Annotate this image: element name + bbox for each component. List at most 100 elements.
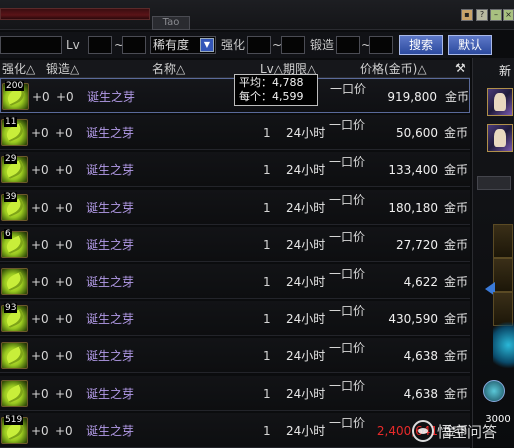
row-level: 1: [263, 200, 271, 215]
character-slot-2[interactable]: [487, 124, 513, 152]
row-item-name[interactable]: 诞生之芽: [86, 348, 134, 364]
row-enhance: +0: [31, 126, 49, 141]
row-duration: 24小时: [286, 200, 326, 215]
col-enhance[interactable]: 强化△: [2, 61, 35, 77]
row-level: 1: [263, 349, 271, 364]
table-row[interactable]: 519 +0 +0 诞生之芽 1 24小时 一口价 2,400,641 金币: [0, 412, 470, 448]
amplify-min-input[interactable]: [336, 36, 360, 54]
row-amplify: +0: [55, 349, 73, 364]
row-amplify: +0: [55, 126, 73, 141]
table-row[interactable]: +0 +0 诞生之芽 1 24小时 一口价 4,638 金币: [0, 375, 470, 411]
row-duration: 24小时: [286, 386, 326, 401]
side-panel: 新 3000: [472, 58, 514, 448]
row-currency: 金币: [445, 90, 470, 104]
rarity-select[interactable]: 稀有度 ▼: [150, 36, 216, 54]
row-sale-type: 一口价: [329, 155, 366, 170]
row-item-name[interactable]: 诞生之芽: [86, 162, 134, 178]
table-row[interactable]: 93 +0 +0 诞生之芽 1 24小时 一口价 430,590 金币: [0, 301, 470, 337]
top-tab[interactable]: Tao: [152, 16, 190, 30]
row-enhance: +0: [31, 237, 49, 252]
item-slot[interactable]: 29: [1, 154, 28, 184]
chevron-down-icon[interactable]: ▼: [200, 38, 214, 52]
item-slot[interactable]: [1, 268, 28, 295]
item-slot[interactable]: 93: [1, 303, 28, 333]
row-sale-type: 一口价: [329, 415, 366, 430]
watermark-text: 悟空问答: [437, 422, 498, 441]
row-amplify: +0: [55, 237, 73, 252]
row-price: 4,638: [403, 349, 438, 364]
col-price[interactable]: 价格(金币)△: [360, 61, 427, 77]
row-sale-type: 一口价: [329, 192, 366, 207]
item-slot[interactable]: 6: [1, 228, 28, 258]
row-item-name[interactable]: 诞生之芽: [86, 200, 134, 216]
lv-min-input[interactable]: [88, 36, 112, 54]
row-enhance: +0: [31, 163, 49, 178]
item-quantity: 29: [4, 154, 18, 165]
row-item-name[interactable]: 诞生之芽: [86, 237, 134, 253]
row-currency: 金币: [444, 163, 469, 178]
row-amplify: +0: [55, 423, 73, 438]
row-enhance: +0: [31, 349, 49, 364]
tooltip-each-label: 每个：: [239, 90, 272, 103]
row-duration: 24小时: [286, 423, 326, 438]
glow-effect: [493, 320, 514, 370]
item-slot[interactable]: 39: [1, 191, 28, 221]
row-item-name[interactable]: 诞生之芽: [86, 386, 134, 402]
lv-label: Lv: [66, 38, 80, 52]
question-icon[interactable]: ?: [476, 9, 488, 21]
search-bar: Lv ~ 稀有度 ▼ 强化 ~ 锻造 ~ 搜索 默认: [0, 32, 492, 58]
refresh-icon[interactable]: [483, 380, 505, 402]
default-button[interactable]: 默认: [448, 35, 492, 55]
search-button[interactable]: 搜索: [399, 35, 443, 55]
character-slot-1[interactable]: [487, 88, 513, 116]
side-title: 新: [499, 64, 512, 78]
sprout-item-icon: [4, 271, 26, 292]
row-price: 133,400: [388, 163, 438, 178]
row-item-name[interactable]: 诞生之芽: [86, 125, 134, 141]
rarity-select-value: 稀有度: [153, 38, 190, 52]
hammer-icon[interactable]: ⚒: [455, 61, 466, 75]
table-row[interactable]: 39 +0 +0 诞生之芽 1 24小时 一口价 180,180 金币: [0, 189, 470, 225]
lv-max-input[interactable]: [122, 36, 146, 54]
minimize-icon[interactable]: –: [490, 9, 502, 21]
table-row[interactable]: +0 +0 诞生之芽 1 24小时 一口价 4,622 金币: [0, 264, 470, 299]
row-currency: 金币: [444, 312, 469, 327]
close-icon[interactable]: ×: [503, 9, 514, 21]
row-duration: 24小时: [286, 349, 326, 364]
col-amplify[interactable]: 锻造△: [46, 61, 79, 77]
row-amplify: +0: [55, 386, 73, 401]
save-icon[interactable]: ▪: [461, 9, 473, 21]
row-price: 50,600: [396, 126, 438, 141]
item-slot[interactable]: 11: [1, 117, 28, 147]
item-slot[interactable]: [1, 379, 28, 407]
row-amplify: +0: [55, 312, 73, 327]
row-item-name[interactable]: 诞生之芽: [86, 274, 134, 290]
row-sale-type: 一口价: [329, 118, 366, 133]
enhance-min-input[interactable]: [247, 36, 271, 54]
row-price: 919,800: [387, 90, 437, 104]
amplify-label: 锻造: [310, 38, 335, 52]
enhance-max-input[interactable]: [281, 36, 305, 54]
side-box: [493, 258, 513, 292]
item-slot[interactable]: 200: [2, 81, 29, 110]
item-slot[interactable]: [1, 342, 28, 370]
col-name[interactable]: 名称△: [152, 61, 185, 77]
table-row[interactable]: +0 +0 诞生之芽 1 24小时 一口价 4,638 金币: [0, 338, 470, 374]
row-sale-type: 一口价: [329, 341, 366, 356]
amplify-max-input[interactable]: [369, 36, 393, 54]
side-tab[interactable]: [477, 176, 511, 190]
item-slot[interactable]: 519: [1, 414, 28, 444]
enhance-label: 强化: [221, 38, 246, 52]
item-name-input[interactable]: [0, 36, 62, 54]
row-sale-type: 一口价: [329, 267, 366, 281]
character-portrait: [494, 129, 506, 147]
table-row[interactable]: 6 +0 +0 诞生之芽 1 24小时 一口价 27,720 金币: [0, 226, 470, 262]
row-item-name[interactable]: 诞生之芽: [86, 423, 134, 439]
table-row[interactable]: 11 +0 +0 诞生之芽 1 24小时 一口价 50,600 金币: [0, 115, 470, 151]
table-row[interactable]: 29 +0 +0 诞生之芽 1 24小时 一口价 133,400 金币: [0, 152, 470, 188]
item-quantity: 200: [5, 81, 25, 91]
sprout-item-icon: [4, 346, 26, 366]
row-enhance: +0: [31, 423, 49, 438]
row-item-name[interactable]: 诞生之芽: [87, 89, 135, 105]
row-item-name[interactable]: 诞生之芽: [86, 311, 134, 327]
